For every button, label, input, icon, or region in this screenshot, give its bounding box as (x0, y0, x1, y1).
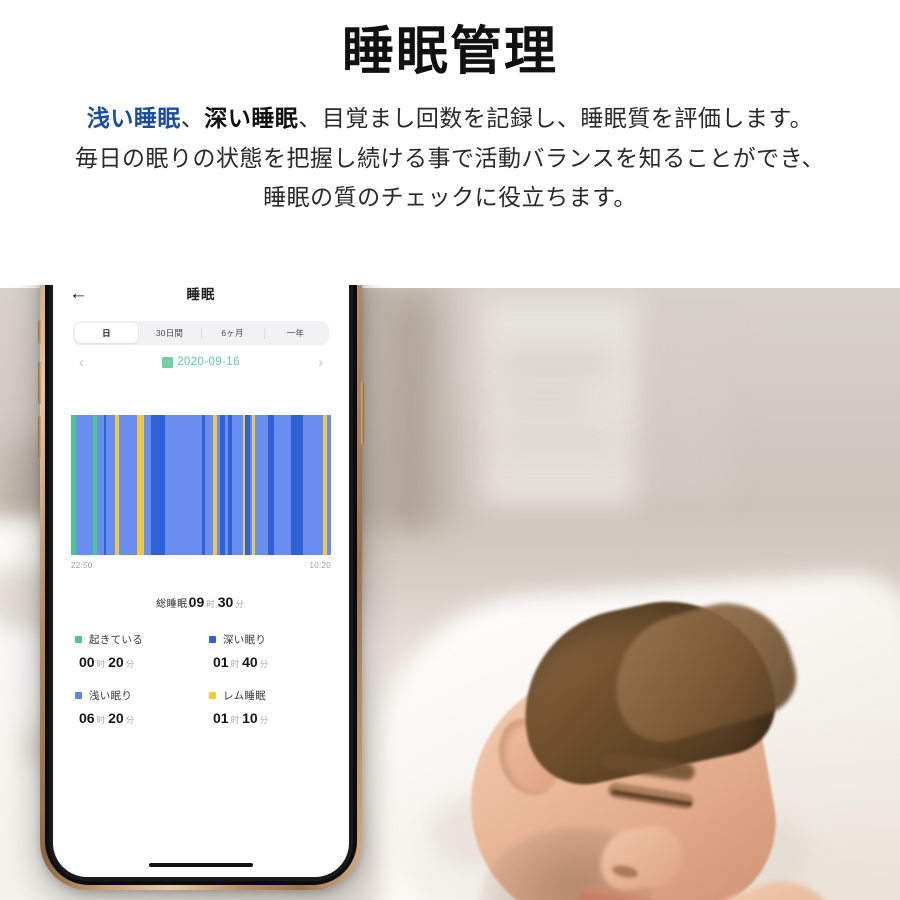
sleep-segment-light (205, 415, 213, 555)
subtitle-line-2: 毎日の眠りの状態を把握し続ける事で活動バランスを知ることができ、 (75, 145, 825, 171)
sleep-segment-deep (291, 415, 304, 555)
sleep-stage-legend: 起きている 00 时 20 分 深い眠り 01 时 40 分 浅い眠り 06 时 20 分 (53, 610, 349, 728)
legend-label-light: 浅い眠り (89, 690, 133, 702)
sleep-segment-light (165, 415, 202, 555)
chart-start-time: 22:50 (71, 561, 93, 570)
subtitle-line-1: 浅い睡眠、深い睡眠、目覚まし回数を記録し、睡眠質を評価します。 (0, 99, 900, 139)
awake-minutes-unit: 分 (125, 659, 135, 669)
legend-item-rem: レム睡眠 01 时 10 分 (209, 688, 343, 728)
rem-hours-unit: 时 (230, 715, 240, 725)
light-hours: 06 (79, 710, 95, 726)
power-button[interactable] (361, 382, 364, 444)
chevron-left-icon[interactable]: ‹ (79, 355, 84, 369)
period-segmented-control[interactable]: 日 30日間 6ヶ月 一年 (73, 321, 329, 345)
awake-hours: 00 (79, 654, 95, 670)
legend-swatch-deep (209, 636, 216, 643)
blurred-headboard-post-right (395, 298, 425, 528)
legend-item-light: 浅い眠り 06 时 20 分 (75, 688, 209, 728)
legend-head: レム睡眠 (209, 688, 343, 703)
legend-head: 起きている (75, 632, 209, 647)
volume-down-button[interactable] (38, 416, 41, 458)
legend-value-rem: 01 时 10 分 (209, 710, 343, 728)
awake-minutes: 20 (108, 654, 124, 670)
smartphone-mockup: 10:58 4G ⚡ ← 睡眠 日 30日間 6ヶ月 一年 (38, 232, 364, 890)
total-sleep-hours: 09 (188, 594, 205, 610)
highlight-deep-sleep: 深い睡眠 (204, 106, 299, 131)
sleep-segment-light (119, 415, 137, 555)
legend-value-awake: 00 时 20 分 (75, 654, 209, 672)
sleep-segment-light (106, 415, 116, 555)
period-selector-wrap: 日 30日間 6ヶ月 一年 (53, 311, 349, 345)
total-sleep-row: 総睡眠09 时 30 分 (53, 570, 349, 610)
total-sleep-minutes-unit: 分 (235, 599, 244, 609)
chevron-right-icon[interactable]: › (318, 355, 323, 369)
legend-value-deep: 01 时 40 分 (209, 654, 343, 672)
volume-up-button[interactable] (38, 362, 41, 404)
rem-minutes-unit: 分 (259, 715, 269, 725)
app-title: 睡眠 (186, 287, 216, 302)
home-indicator[interactable] (149, 863, 253, 867)
total-sleep-minutes: 30 (217, 594, 234, 610)
total-sleep-hours-unit: 时 (206, 599, 215, 609)
tab-6months[interactable]: 6ヶ月 (201, 323, 264, 343)
deep-hours-unit: 时 (230, 659, 240, 669)
awake-hours-unit: 时 (96, 659, 106, 669)
chart-time-axis: 22:50 10:20 (71, 555, 331, 570)
legend-item-awake: 起きている 00 时 20 分 (75, 632, 209, 672)
page-subtitle: 浅い睡眠、深い睡眠、目覚まし回数を記録し、睡眠質を評価します。 毎日の眠りの状態… (0, 99, 900, 218)
sleep-chart-area: 22:50 10:20 (53, 369, 349, 570)
sleep-segment-light (255, 415, 269, 555)
legend-label-awake: 起きている (89, 634, 143, 646)
calendar-icon (162, 356, 174, 368)
sleep-segment-light (273, 415, 292, 555)
light-hours-unit: 时 (96, 715, 106, 725)
deep-hours: 01 (213, 654, 229, 670)
legend-swatch-rem (209, 692, 216, 699)
chart-end-time: 10:20 (309, 561, 331, 570)
subtitle-line-1-rest: 、目覚まし回数を記録し、睡眠質を評価します。 (298, 106, 814, 131)
header-section: 睡眠管理 浅い睡眠、深い睡眠、目覚まし回数を記録し、睡眠質を評価します。 毎日の… (0, 0, 900, 285)
tab-day[interactable]: 日 (75, 323, 138, 343)
sleep-segment-light (303, 415, 323, 555)
sleep-segment-rem (136, 415, 145, 555)
legend-label-deep: 深い眠り (223, 634, 267, 646)
rem-hours: 01 (213, 710, 229, 726)
sleep-segment-deep (150, 415, 166, 555)
subtitle-line-3: 睡眠の質のチェックに役立ちます。 (263, 185, 637, 211)
deep-minutes-unit: 分 (259, 659, 269, 669)
sleep-segment-light (75, 415, 94, 555)
blurred-lamp (650, 328, 730, 498)
tab-1year[interactable]: 一年 (264, 323, 327, 343)
date-navigator: ‹ 2020-09-16 › (53, 345, 349, 369)
blurred-picture-line (500, 358, 610, 367)
highlight-light-sleep: 浅い睡眠 (86, 106, 181, 131)
legend-item-deep: 深い眠り 01 时 40 分 (209, 632, 343, 672)
legend-swatch-light (75, 692, 82, 699)
legend-swatch-awake (75, 636, 82, 643)
tab-30days[interactable]: 30日間 (138, 323, 201, 343)
mute-switch[interactable] (38, 320, 41, 344)
hypnogram-chart[interactable] (71, 415, 331, 555)
blurred-picture-line (500, 438, 620, 446)
date-display[interactable]: 2020-09-16 (162, 356, 240, 368)
rem-minutes: 10 (242, 710, 258, 726)
page-title: 睡眠管理 (341, 24, 558, 81)
phone-screen: 10:58 4G ⚡ ← 睡眠 日 30日間 6ヶ月 一年 (53, 245, 349, 877)
selected-date: 2020-09-16 (177, 356, 240, 368)
subtitle-separator: 、 (180, 106, 205, 131)
light-minutes: 20 (108, 710, 124, 726)
total-sleep-label: 総睡眠 (156, 599, 188, 610)
legend-head: 浅い眠り (75, 688, 209, 703)
legend-value-light: 06 时 20 分 (75, 710, 209, 728)
legend-head: 深い眠り (209, 632, 343, 647)
sleep-segment-light (327, 415, 331, 555)
blurred-picture-line (500, 398, 590, 406)
light-minutes-unit: 分 (125, 715, 135, 725)
sleep-segment-light (232, 415, 244, 555)
deep-minutes: 40 (242, 654, 258, 670)
legend-label-rem: レム睡眠 (223, 690, 266, 702)
